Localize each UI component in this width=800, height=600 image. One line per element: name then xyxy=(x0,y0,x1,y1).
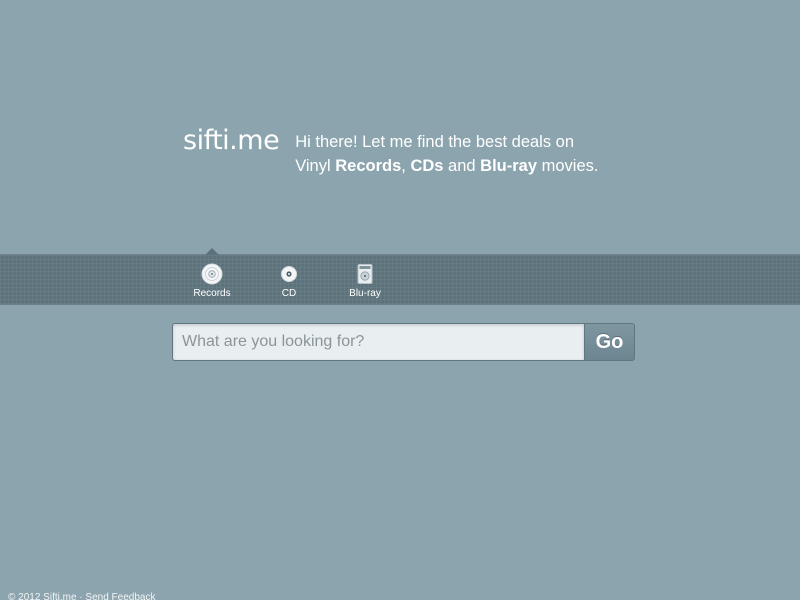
record-icon xyxy=(201,263,223,285)
footer: © 2012 Sifti.me · Send Feedback xyxy=(8,592,155,600)
tagline-records: Records xyxy=(335,157,402,175)
tagline-sep-2: and xyxy=(443,157,481,175)
category-records[interactable]: Records xyxy=(190,263,234,299)
tagline-suffix: movies. xyxy=(537,157,599,175)
tagline-line-2: Vinyl Records, CDs and Blu-ray movies. xyxy=(295,154,598,178)
category-cd[interactable]: CD xyxy=(272,263,306,299)
category-cd-label: CD xyxy=(281,288,297,299)
tagline: Hi there! Let me find the best deals on … xyxy=(295,130,598,178)
category-bluray[interactable]: Blu-ray xyxy=(345,263,385,299)
tagline-cds: CDs xyxy=(410,157,444,175)
logo[interactable]: sifti.me xyxy=(183,127,280,154)
go-button[interactable]: Go xyxy=(584,323,635,361)
tagline-prefix: Vinyl xyxy=(295,157,336,175)
search-input[interactable] xyxy=(172,323,584,361)
selected-category-pointer xyxy=(205,248,219,255)
send-feedback-link[interactable]: Send Feedback xyxy=(85,592,155,600)
hero: sifti.me Hi there! Let me find the best … xyxy=(183,127,598,178)
category-bluray-label: Blu-ray xyxy=(349,288,381,299)
copyright-text: © 2012 Sifti.me xyxy=(8,592,77,600)
category-records-label: Records xyxy=(193,288,231,299)
search-form: Go xyxy=(172,323,635,361)
tagline-bluray: Blu-ray xyxy=(480,157,538,175)
bluray-icon xyxy=(357,264,373,284)
cd-icon xyxy=(281,266,297,282)
category-bar: Records CD Blu-ray xyxy=(0,248,800,305)
tagline-line-1: Hi there! Let me find the best deals on xyxy=(295,133,575,151)
